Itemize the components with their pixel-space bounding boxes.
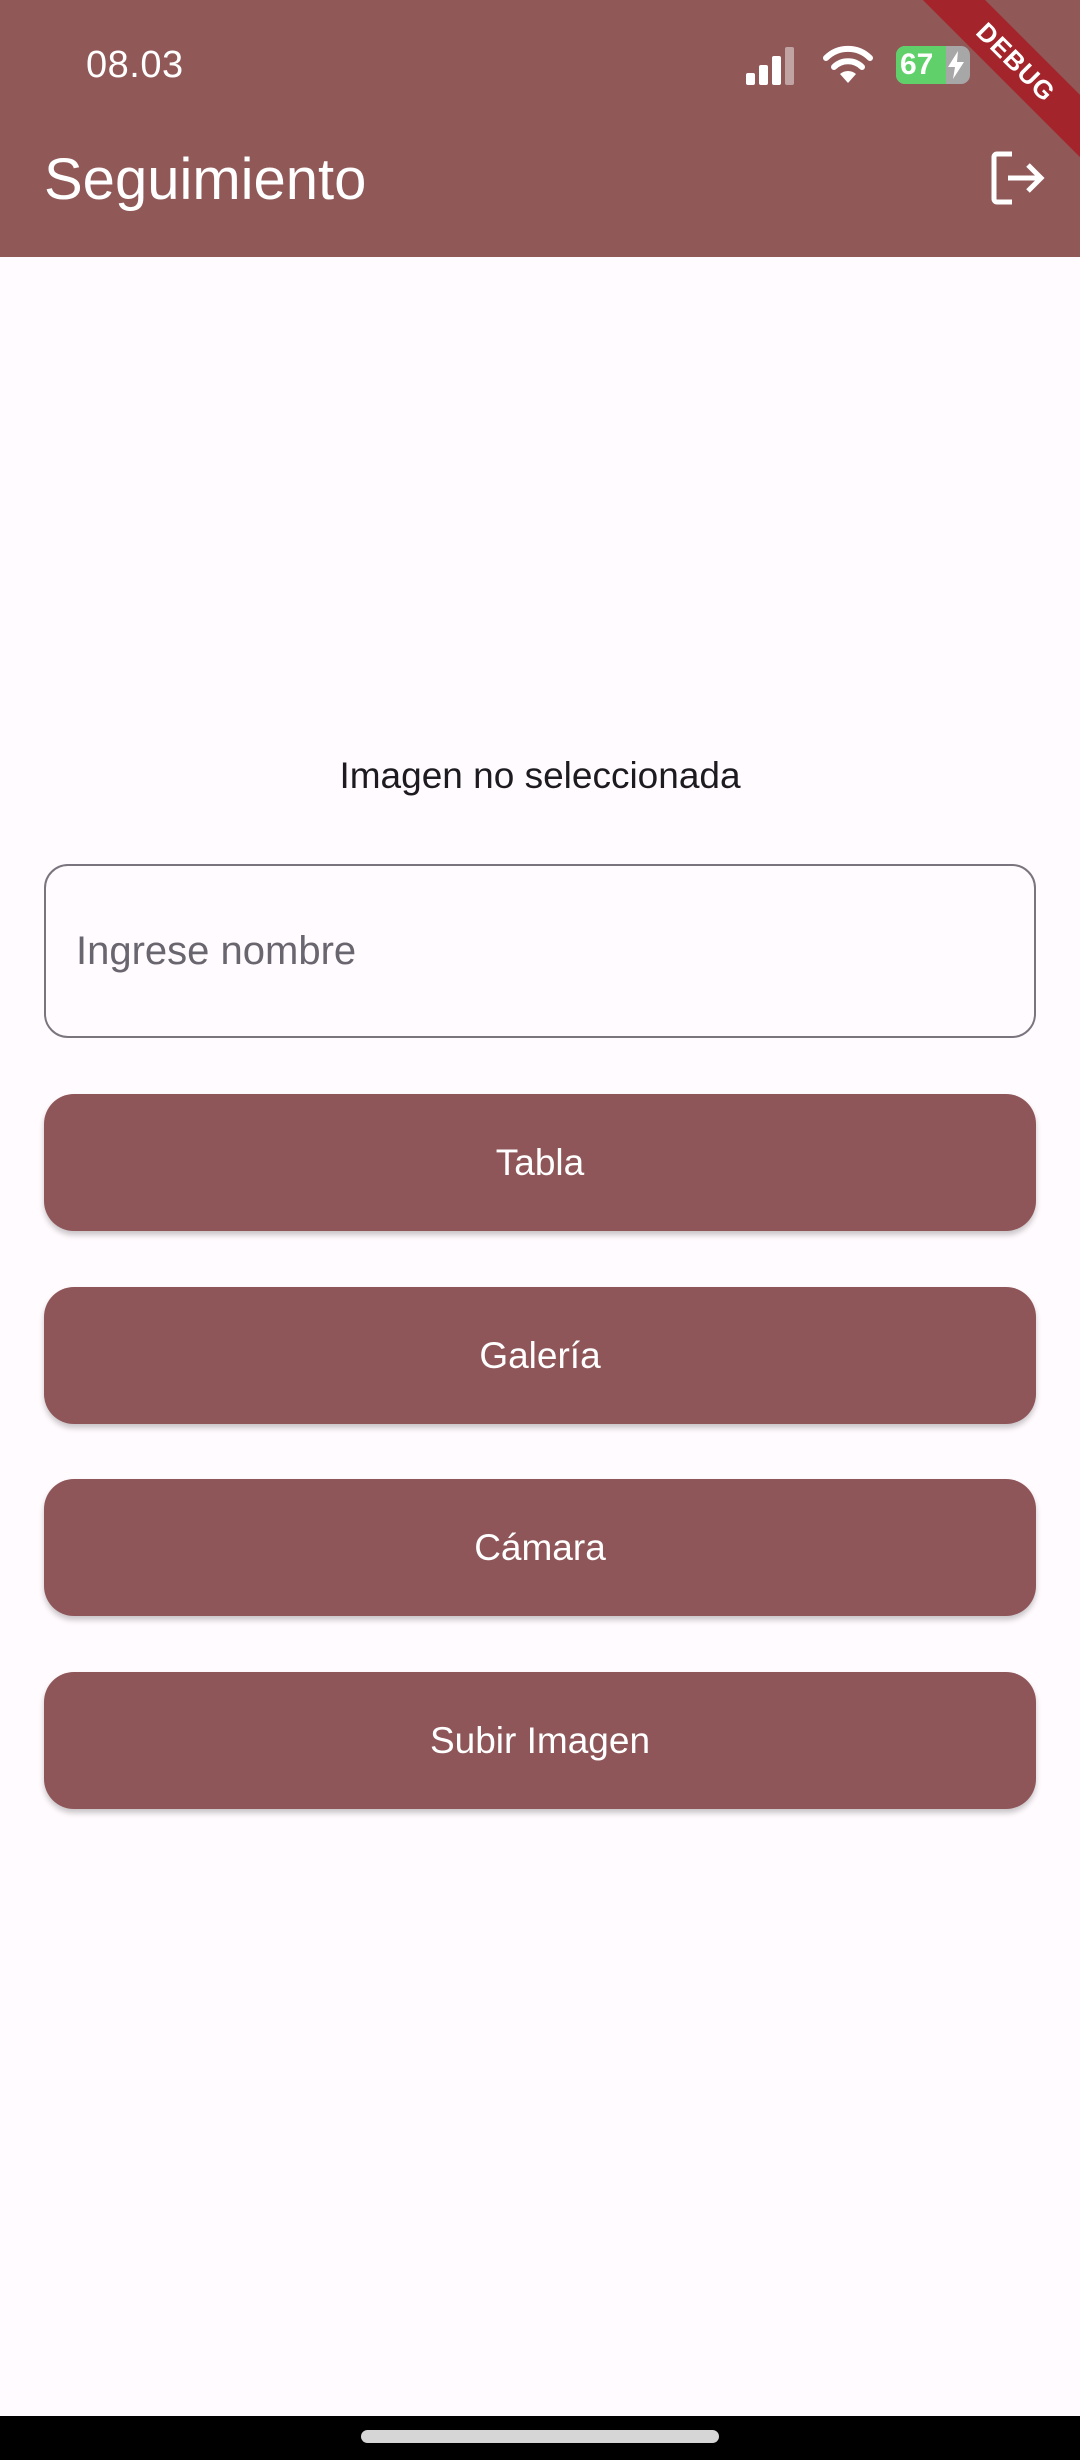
logout-button[interactable] — [986, 146, 1050, 210]
status-bar-time: 08.03 — [86, 44, 184, 86]
charging-bolt-icon — [948, 51, 964, 79]
app-screen: 08.03 67 DEBUG Seguimiento Imagen no sel… — [0, 0, 1080, 2460]
home-indicator[interactable] — [361, 2430, 719, 2443]
system-navigation-bar — [0, 2416, 1080, 2460]
camara-button[interactable]: Cámara — [44, 1479, 1036, 1616]
name-input[interactable] — [44, 864, 1036, 1038]
wifi-icon — [823, 45, 873, 83]
status-bar-icons: 67 — [744, 44, 970, 86]
image-status-text: Imagen no seleccionada — [339, 755, 741, 796]
galeria-button[interactable]: Galería — [44, 1287, 1036, 1424]
battery-icon: 67 — [896, 46, 970, 84]
page-title: Seguimiento — [44, 147, 367, 212]
upload-image-button[interactable]: Subir Imagen — [44, 1672, 1036, 1809]
battery-percentage: 67 — [900, 48, 934, 81]
tabla-button[interactable]: Tabla — [44, 1094, 1036, 1231]
logout-icon — [991, 151, 1045, 205]
cell-signal-icon — [746, 47, 794, 85]
app-bar: 08.03 67 DEBUG Seguimiento — [0, 0, 1080, 257]
